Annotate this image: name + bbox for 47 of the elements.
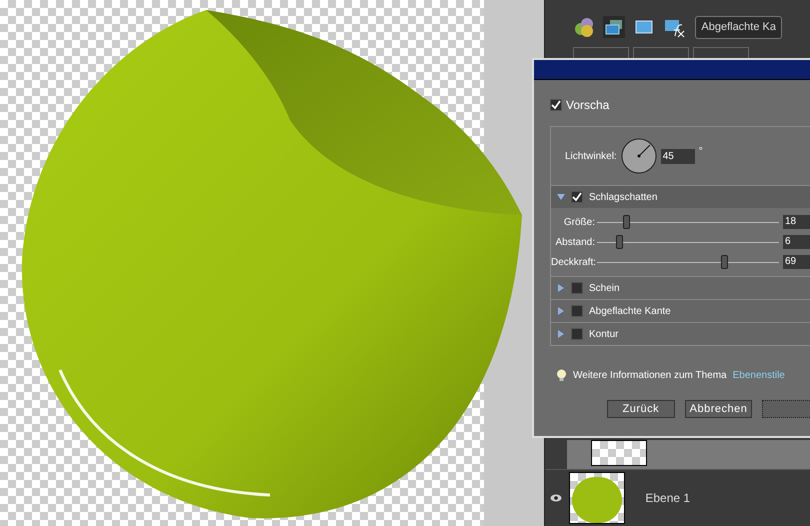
expand-triangle-icon[interactable] bbox=[557, 330, 565, 338]
section-header[interactable]: Schein bbox=[551, 277, 810, 299]
checkbox[interactable] bbox=[571, 328, 583, 340]
section-title: Schlagschatten bbox=[589, 190, 658, 204]
angle-input[interactable]: 45 bbox=[660, 148, 695, 164]
checkbox[interactable] bbox=[550, 99, 562, 111]
layer-name: Ebene 1 bbox=[645, 490, 690, 507]
slider-value-input[interactable]: 18 bbox=[783, 215, 810, 229]
section-header[interactable]: Schlagschatten bbox=[551, 186, 810, 208]
slider-label: Deckkraft: bbox=[551, 256, 595, 270]
slider-value-input[interactable]: 6 bbox=[783, 235, 810, 249]
slider-thumb[interactable] bbox=[721, 255, 728, 269]
section-header[interactable]: Kontur bbox=[551, 323, 810, 345]
slider-value-input[interactable]: 69 bbox=[783, 255, 810, 269]
section-header[interactable]: Abgeflachte Kante bbox=[551, 300, 810, 322]
collapse-triangle-icon[interactable] bbox=[557, 193, 565, 201]
field-label: Lichtwinkel: bbox=[565, 150, 617, 164]
slider-track[interactable] bbox=[597, 215, 779, 229]
circles-icon[interactable] bbox=[573, 16, 596, 38]
lightbulb-icon bbox=[556, 369, 567, 382]
dialog-button[interactable]: Zurück bbox=[607, 400, 675, 418]
slider-track[interactable] bbox=[597, 235, 779, 249]
section-title: Abgeflachte Kante bbox=[589, 304, 671, 318]
info-text: Weitere Informationen zum Thema bbox=[573, 369, 727, 383]
checkbox-label: Vorscha bbox=[566, 97, 610, 114]
eye-icon[interactable] bbox=[550, 494, 562, 502]
layers-icon[interactable] bbox=[603, 16, 626, 38]
section-title: Schein bbox=[589, 282, 620, 296]
layer-thumbnail bbox=[569, 472, 626, 524]
slider-thumb[interactable] bbox=[616, 235, 623, 249]
checkbox[interactable] bbox=[571, 282, 583, 294]
expand-triangle-icon[interactable] bbox=[557, 284, 565, 292]
expand-triangle-icon[interactable] bbox=[557, 307, 565, 315]
slider-track[interactable] bbox=[597, 255, 779, 269]
slider-label: Abstand: bbox=[554, 236, 595, 250]
checkbox[interactable] bbox=[571, 191, 583, 203]
slider-thumb[interactable] bbox=[623, 215, 630, 229]
dialog-button[interactable]: Abbrechen bbox=[684, 400, 752, 418]
dialog-button[interactable] bbox=[762, 400, 810, 418]
layer-thumbnail bbox=[591, 440, 648, 466]
style-dropdown[interactable]: Abgeflachte Ka bbox=[695, 16, 782, 38]
angle-dial[interactable] bbox=[620, 138, 657, 174]
degree-unit: ° bbox=[698, 145, 703, 159]
checkbox[interactable] bbox=[571, 305, 583, 317]
slider-label: Größe: bbox=[562, 216, 595, 230]
layer-row[interactable] bbox=[545, 440, 810, 470]
section-title: Kontur bbox=[589, 328, 618, 342]
